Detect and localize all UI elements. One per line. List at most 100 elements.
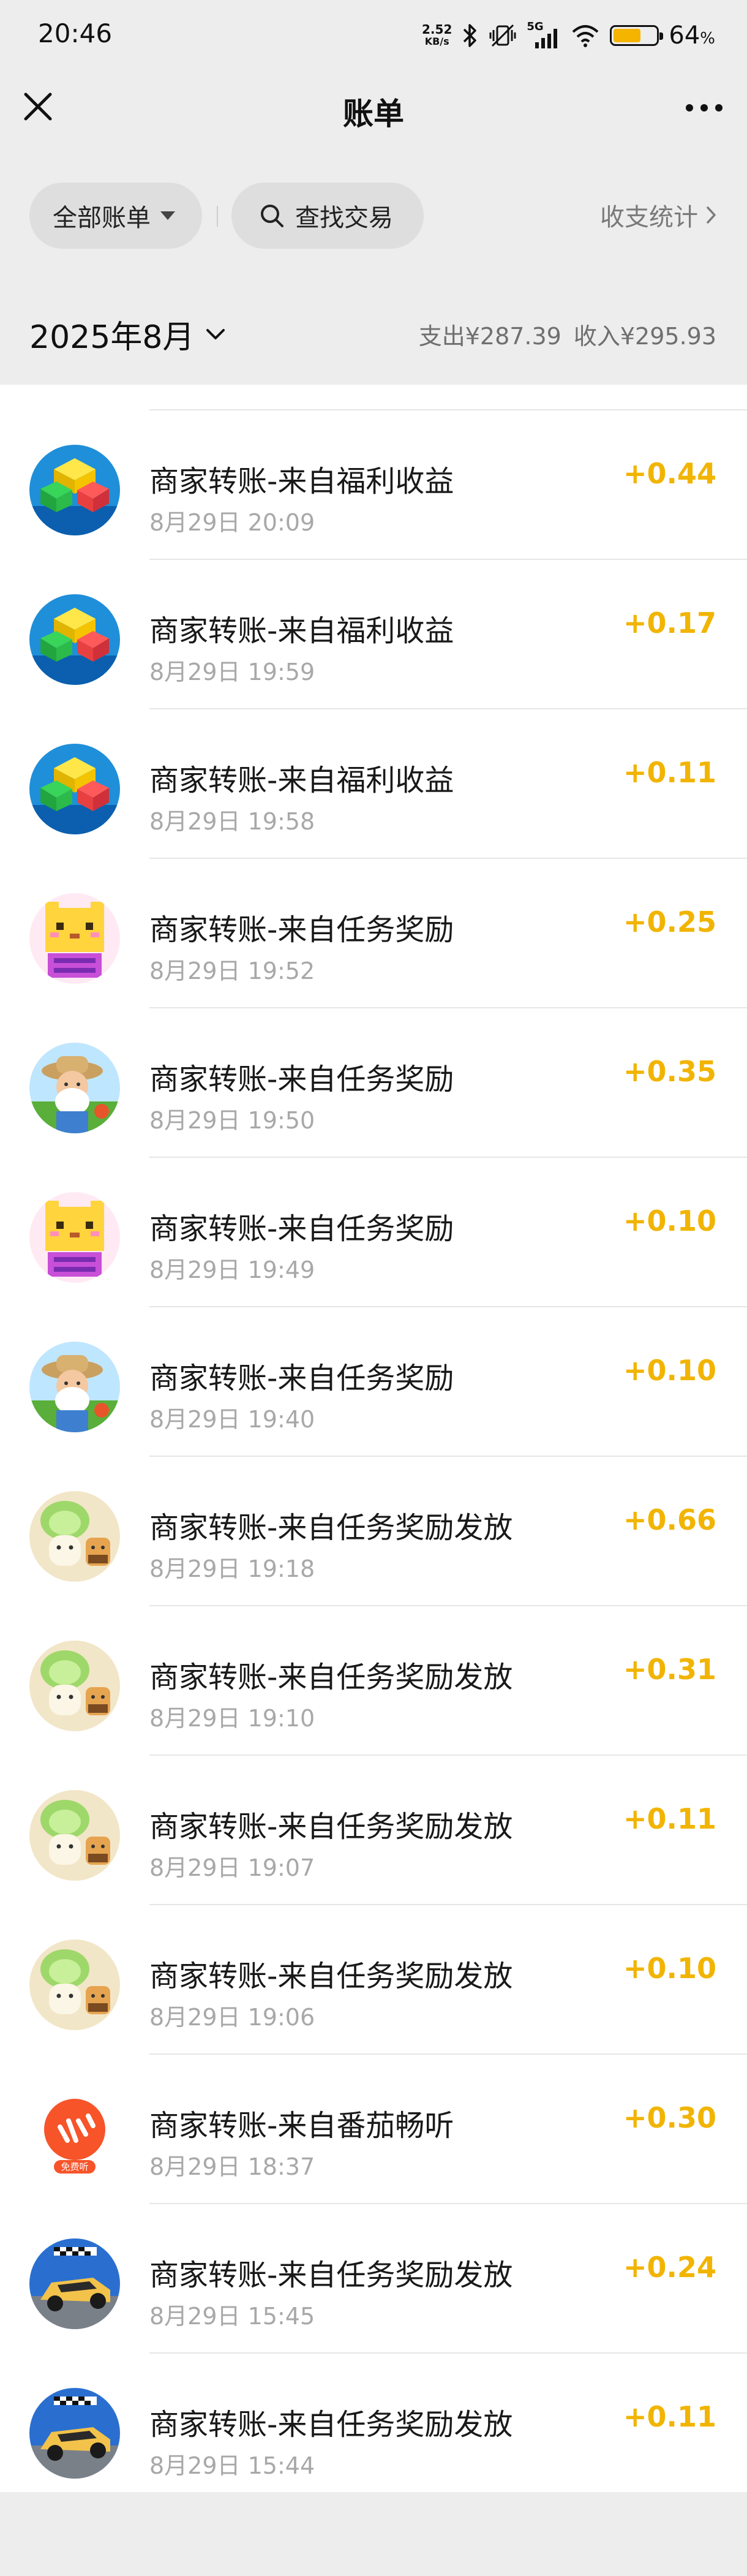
transaction-time: 8月29日 20:09 — [149, 509, 315, 536]
transaction-time: 8月29日 19:50 — [149, 1107, 315, 1134]
network-speed: 2.52 KB/s — [422, 23, 452, 48]
transaction-time: 8月29日 19:58 — [149, 808, 315, 835]
battery-unit: % — [700, 29, 715, 48]
network-speed-value: 2.52 — [422, 22, 452, 37]
transaction-row[interactable]: 商家转账-来自任务奖励 8月29日 19:50 +0.35 — [0, 1008, 747, 1158]
transaction-row[interactable]: 商家转账-来自任务奖励发放 8月29日 19:07 +0.11 — [0, 1756, 747, 1905]
transaction-title: 商家转账-来自任务奖励发放 — [149, 1959, 513, 1993]
transaction-title: 商家转账-来自任务奖励发放 — [149, 1810, 513, 1844]
transaction-row[interactable]: 商家转账-来自任务奖励发放 8月29日 19:18 +0.66 — [0, 1457, 747, 1606]
transaction-amount: +0.11 — [623, 1802, 716, 1835]
transaction-title: 商家转账-来自福利收益 — [149, 763, 454, 798]
transaction-title: 商家转账-来自任务奖励 — [149, 913, 454, 947]
transaction-amount: +0.66 — [623, 1503, 716, 1536]
transaction-amount: +0.44 — [623, 457, 716, 490]
transaction-amount: +0.31 — [623, 1653, 716, 1686]
pixel-cat-icon — [29, 893, 120, 984]
transaction-row[interactable]: 商家转账-来自任务奖励发放 8月29日 15:45 +0.24 — [0, 2204, 747, 2354]
bluetooth-icon — [464, 24, 477, 47]
pixel-cat-icon — [29, 1192, 120, 1283]
transaction-row[interactable]: 商家转账-来自任务奖励 8月29日 19:40 +0.10 — [0, 1307, 747, 1457]
transaction-title: 商家转账-来自任务奖励发放 — [149, 1511, 513, 1545]
transaction-time: 8月29日 15:45 — [149, 2303, 315, 2330]
month-expense: 支出¥287.39 — [418, 323, 561, 350]
cabbage-cat-icon — [29, 1491, 120, 1582]
block-puzzle-icon — [29, 445, 120, 535]
transaction-time: 8月29日 19:59 — [149, 659, 315, 686]
transaction-row[interactable]: 商家转账-来自福利收益 8月29日 19:58 +0.11 — [0, 709, 747, 859]
transaction-title: 商家转账-来自任务奖励 — [149, 1361, 454, 1396]
transaction-amount: +0.17 — [623, 606, 716, 640]
stats-label: 收支统计 — [600, 203, 698, 232]
transaction-title: 商家转账-来自任务奖励发放 — [149, 2408, 513, 2442]
battery-fill — [614, 29, 640, 42]
farmer-grandpa-icon — [29, 1043, 120, 1133]
search-transactions-button[interactable]: 查找交易 — [231, 183, 424, 249]
transaction-time: 8月29日 19:40 — [149, 1406, 315, 1433]
all-bills-label: 全部账单 — [53, 204, 151, 232]
transaction-row[interactable]: 商家转账-来自任务奖励 8月29日 19:52 +0.25 — [0, 859, 747, 1008]
transaction-row[interactable]: 商家转账-来自任务奖励发放 8月29日 19:06 +0.10 — [0, 1905, 747, 2055]
svg-text:免费听: 免费听 — [61, 2161, 88, 2172]
more-icon[interactable] — [682, 89, 726, 126]
cabbage-cat-icon — [29, 1940, 120, 2030]
month-income: 收入¥295.93 — [573, 323, 716, 350]
transaction-row[interactable]: 商家转账-来自任务奖励发放 8月29日 19:10 +0.31 — [0, 1606, 747, 1756]
transaction-row[interactable]: 商家转账-来自任务奖励发放 8月29日 15:44 +0.11 — [0, 2354, 747, 2503]
transaction-list: 商家转账-来自福利收益 8月29日 20:09 +0.44 商家转账-来自福利收… — [0, 385, 747, 2492]
transaction-amount: +0.35 — [623, 1055, 716, 1088]
search-icon — [261, 205, 283, 227]
filter-bar: 全部账单 查找交易 收支统计 — [0, 146, 747, 281]
search-label: 查找交易 — [295, 204, 393, 232]
transaction-time: 8月29日 18:37 — [149, 2153, 315, 2180]
wifi-icon — [572, 25, 599, 47]
nav-bar: 账单 — [0, 72, 747, 146]
block-puzzle-icon — [29, 594, 120, 685]
transaction-time: 8月29日 19:52 — [149, 958, 315, 984]
transaction-time: 8月29日 19:10 — [149, 1705, 315, 1732]
month-label: 2025年8月 — [29, 319, 195, 356]
status-icons: 2.52 KB/s 5G 64% — [422, 18, 715, 53]
transaction-time: 8月29日 15:44 — [149, 2452, 315, 2479]
transaction-amount: +0.11 — [623, 756, 716, 789]
chevron-down-icon — [206, 328, 225, 339]
status-time: 20:46 — [38, 18, 113, 48]
transaction-row[interactable]: 商家转账-来自任务奖励 8月29日 19:49 +0.10 — [0, 1158, 747, 1307]
transaction-time: 8月29日 19:49 — [149, 1256, 315, 1283]
transaction-title: 商家转账-来自任务奖励 — [149, 1212, 454, 1246]
battery-icon — [610, 25, 664, 46]
transaction-amount: +0.25 — [623, 905, 716, 939]
cabbage-cat-icon — [29, 1790, 120, 1881]
page-title: 账单 — [343, 96, 404, 132]
transaction-row[interactable]: 商家转账-来自福利收益 8月29日 20:09 +0.44 — [0, 410, 747, 560]
transaction-row[interactable]: 商家转账-来自福利收益 8月29日 19:59 +0.17 — [0, 560, 747, 709]
tomato-listen-icon: 免费听 — [29, 2089, 120, 2180]
transaction-title: 商家转账-来自任务奖励发放 — [149, 2258, 513, 2292]
farmer-grandpa-icon — [29, 1342, 120, 1432]
network-speed-unit: KB/s — [424, 36, 449, 47]
divider — [217, 206, 218, 227]
month-summary: 支出¥287.39 收入¥295.93 — [407, 317, 716, 351]
transaction-amount: +0.10 — [623, 1952, 716, 1985]
transaction-title: 商家转账-来自番茄畅听 — [149, 2109, 454, 2143]
signal-5g-icon: 5G — [527, 20, 561, 48]
transaction-amount: +0.10 — [623, 1204, 716, 1237]
transaction-time: 8月29日 19:18 — [149, 1555, 315, 1582]
battery-percent: 64% — [669, 21, 715, 50]
transaction-time: 8月29日 19:06 — [149, 2004, 315, 2031]
month-header: 2025年8月 支出¥287.39 收入¥295.93 — [0, 281, 747, 385]
income-expense-stats-link[interactable]: 收支统计 — [600, 197, 718, 233]
transaction-title: 商家转账-来自福利收益 — [149, 464, 454, 499]
transaction-amount: +0.30 — [623, 2101, 716, 2134]
transaction-row[interactable]: 免费听 商家转账-来自番茄畅听 8月29日 18:37 +0.30 — [0, 2055, 747, 2204]
cabbage-cat-icon — [29, 1641, 120, 1731]
transaction-amount: +0.24 — [623, 2251, 716, 2284]
month-selector[interactable]: 2025年8月 — [29, 311, 226, 357]
status-bar: 20:46 2.52 KB/s 5G 64% — [0, 0, 747, 72]
caret-down-icon — [160, 211, 175, 220]
transaction-title: 商家转账-来自任务奖励发放 — [149, 1660, 513, 1694]
chevron-right-icon — [707, 206, 716, 224]
transaction-amount: +0.10 — [623, 1354, 716, 1387]
transaction-time: 8月29日 19:07 — [149, 1854, 315, 1881]
all-bills-dropdown[interactable]: 全部账单 — [29, 183, 202, 249]
